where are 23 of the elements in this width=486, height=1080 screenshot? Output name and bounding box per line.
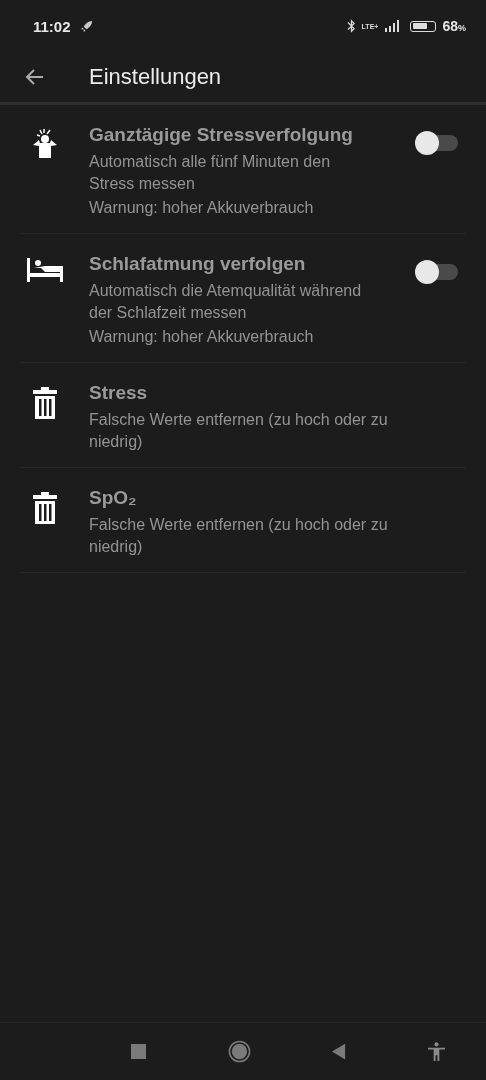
- setting-description: Warnung: hoher Akkuverbrauch: [89, 198, 315, 218]
- setting-title: Ganztägige Stressverfolgung: [89, 123, 354, 147]
- recents-icon[interactable]: [130, 1044, 146, 1059]
- setting-description: Falsche Werte entfernen (zu hoch oder zu niedrig): [89, 410, 389, 452]
- setting-description: Automatisch die Atemqualität während der Schlafzeit messen: [89, 281, 363, 323]
- setting-title: Schlafatmung verfolgen: [89, 252, 307, 276]
- setting-description: Falsche Werte entfernen (zu hoch oder zu niedrig): [89, 515, 389, 557]
- battery-percent: 68%: [442, 18, 466, 34]
- home-icon[interactable]: [227, 1040, 251, 1063]
- signal-icon: [384, 20, 401, 32]
- accessibility-icon[interactable]: [428, 1042, 446, 1061]
- bed-icon: [26, 258, 63, 282]
- setting-title: Stress: [89, 381, 149, 405]
- setting-description: Automatisch alle fünf Minuten den Stress messen: [89, 152, 332, 194]
- setting-description: Warnung: hoher Akkuverbrauch: [89, 327, 315, 347]
- trash-icon[interactable]: [32, 387, 57, 419]
- back-icon[interactable]: [332, 1043, 347, 1060]
- clock: 11:02: [33, 17, 71, 35]
- battery-icon: [410, 20, 437, 32]
- page-title: Einstellungen: [89, 64, 222, 90]
- setting-title: SpO₂: [89, 486, 138, 510]
- trash-icon[interactable]: [32, 492, 57, 524]
- bluetooth-icon: [346, 19, 356, 33]
